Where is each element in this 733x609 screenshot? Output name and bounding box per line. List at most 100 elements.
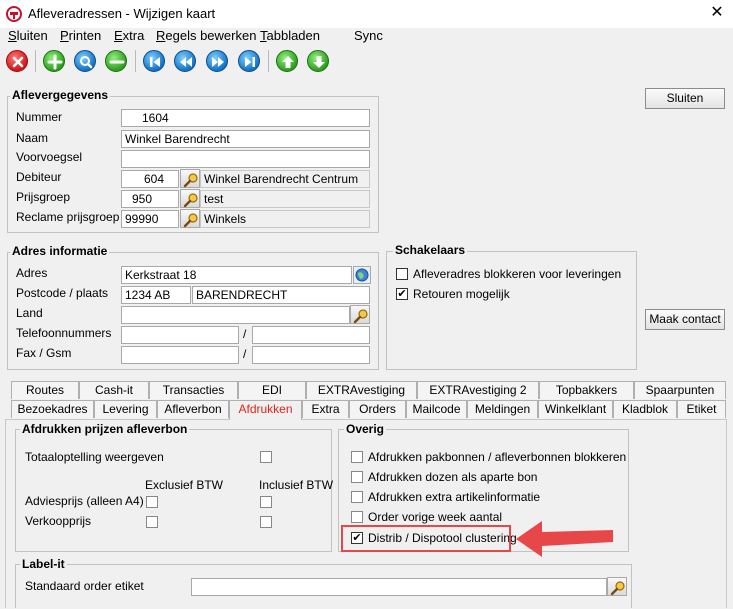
window-close-button[interactable]: ✕	[706, 2, 728, 24]
standaard-order-etiket-field[interactable]	[191, 578, 607, 596]
reclame-prijsgroep-field[interactable]: 99990	[121, 210, 179, 228]
dozen-aparte-bon-checkbox[interactable]	[351, 471, 363, 483]
totaaloptelling-label: Totaaloptelling weergeven	[25, 450, 164, 464]
menu-regels-bewerken[interactable]: Regels bewerken	[156, 28, 256, 43]
last-record-icon	[245, 57, 255, 67]
verkoopprijs-label: Verkoopprijs	[25, 514, 92, 528]
search-icon	[353, 309, 368, 324]
maak-contact-button[interactable]: Maak contact	[645, 309, 725, 330]
add-button[interactable]	[43, 50, 65, 72]
voorvoegsel-field[interactable]	[121, 150, 370, 168]
label-it-title: Label-it	[20, 557, 67, 571]
delete-button[interactable]	[6, 50, 28, 72]
standaard-order-etiket-label: Standaard order etiket	[25, 579, 144, 593]
tab-mailcode[interactable]: Mailcode	[406, 400, 467, 418]
previous-record-button[interactable]	[174, 50, 196, 72]
land-field[interactable]	[121, 306, 350, 324]
highlight-box	[341, 525, 511, 552]
land-lookup-button[interactable]	[350, 305, 370, 324]
move-down-button[interactable]	[307, 50, 329, 72]
tab-topbakkers[interactable]: Topbakkers	[539, 381, 634, 399]
close-icon	[12, 56, 24, 68]
blokkeren-label: Afleveradres blokkeren voor leveringen	[413, 267, 622, 281]
tab-kladblok[interactable]: Kladblok	[613, 400, 677, 418]
tab-routes[interactable]: Routes	[11, 381, 79, 399]
reclame-lookup-button[interactable]	[180, 209, 200, 228]
arrow-down-icon	[313, 56, 325, 68]
telefoonnummers-label: Telefoonnummers	[16, 326, 112, 340]
tab-bezoekadres[interactable]: Bezoekadres	[11, 400, 94, 418]
prijsgroep-lookup-button[interactable]	[180, 189, 200, 208]
menu-printen[interactable]: Printen	[60, 28, 101, 43]
remove-button[interactable]	[105, 50, 127, 72]
extra-artikelinformatie-checkbox[interactable]	[351, 491, 363, 503]
schakelaars-title: Schakelaars	[393, 243, 468, 257]
tab-transacties[interactable]: Transacties	[149, 381, 238, 399]
blokkeren-checkbox[interactable]	[396, 268, 408, 280]
toolbar-separator	[135, 50, 136, 72]
tab-spaarpunten[interactable]: Spaarpunten	[634, 381, 726, 399]
retouren-label: Retouren mogelijk	[413, 287, 510, 301]
tab-winkelklant[interactable]: Winkelklant	[538, 400, 613, 418]
postcode-field[interactable]: 1234 AB	[121, 286, 191, 304]
menu-tabbladen[interactable]: Tabbladen	[260, 28, 320, 43]
nummer-field[interactable]: 1604	[121, 109, 370, 127]
telefoon-separator: /	[243, 327, 247, 341]
move-up-button[interactable]	[276, 50, 298, 72]
tab-cash-it[interactable]: Cash-it	[79, 381, 149, 399]
pakbonnen-blokkeren-checkbox[interactable]	[351, 451, 363, 463]
order-vorige-week-checkbox[interactable]	[351, 511, 363, 523]
prijsgroep-label: Prijsgroep	[16, 190, 71, 204]
arrow-up-icon	[282, 56, 294, 68]
totaaloptelling-checkbox[interactable]	[260, 451, 272, 463]
gsm-field[interactable]	[252, 346, 370, 364]
tab-extravestiging[interactable]: EXTRAvestiging	[306, 381, 417, 399]
order-vorige-week-label: Order vorige week aantal	[368, 510, 503, 524]
adviesprijs-excl-checkbox[interactable]	[146, 496, 158, 508]
telefoon-1-field[interactable]	[121, 326, 239, 344]
prijsgroep-field[interactable]: 950	[121, 190, 179, 208]
search-icon	[80, 56, 93, 69]
tab-meldingen[interactable]: Meldingen	[467, 400, 538, 418]
etiket-lookup-button[interactable]	[607, 577, 627, 596]
naam-field[interactable]: Winkel Barendrecht	[121, 130, 370, 148]
adviesprijs-incl-checkbox[interactable]	[260, 496, 272, 508]
reclame-prijsgroep-label: Reclame prijsgroep	[16, 210, 120, 224]
voorvoegsel-label: Voorvoegsel	[16, 150, 83, 164]
tab-edi[interactable]: EDI	[238, 381, 306, 399]
verkoopprijs-incl-checkbox[interactable]	[260, 516, 272, 528]
tab-orders[interactable]: Orders	[349, 400, 406, 418]
fax-field[interactable]	[121, 346, 239, 364]
fax-gsm-label: Fax / Gsm	[16, 346, 72, 360]
sluiten-button[interactable]: Sluiten	[645, 88, 725, 109]
tab-etiket[interactable]: Etiket	[677, 400, 726, 418]
search-icon	[610, 581, 625, 596]
plaats-field[interactable]: BARENDRECHT	[192, 286, 370, 304]
verkoopprijs-excl-checkbox[interactable]	[146, 516, 158, 528]
search-icon	[183, 213, 198, 228]
map-lookup-button[interactable]	[353, 266, 371, 284]
menu-extra[interactable]: Extra	[114, 28, 144, 43]
tab-levering[interactable]: Levering	[94, 400, 157, 418]
next-record-button[interactable]	[206, 50, 228, 72]
dozen-aparte-bon-label: Afdrukken dozen als aparte bon	[368, 470, 538, 484]
add-icon	[47, 54, 63, 70]
telefoon-2-field[interactable]	[252, 326, 370, 344]
first-record-button[interactable]	[143, 50, 165, 72]
annotation-arrow-icon	[516, 521, 613, 557]
retouren-checkbox[interactable]: ✔	[396, 288, 408, 300]
debiteur-lookup-button[interactable]	[180, 169, 200, 188]
adres-field[interactable]: Kerkstraat 18	[121, 266, 352, 284]
remove-icon	[109, 60, 125, 64]
tab-extra[interactable]: Extra	[302, 400, 349, 418]
toolbar-separator	[268, 50, 269, 72]
search-button[interactable]	[74, 50, 96, 72]
menu-sync[interactable]: Sync	[354, 28, 383, 43]
last-record-button[interactable]	[238, 50, 260, 72]
tab-extravestiging-2[interactable]: EXTRAvestiging 2	[417, 381, 539, 399]
tab-afdrukken[interactable]: Afdrukken	[229, 400, 302, 420]
menu-sluiten[interactable]: Sluiten	[8, 28, 48, 43]
debiteur-field[interactable]: 604	[121, 170, 179, 188]
tab-afleverbon[interactable]: Afleverbon	[157, 400, 229, 418]
debiteur-naam-field: Winkel Barendrecht Centrum	[200, 170, 370, 188]
